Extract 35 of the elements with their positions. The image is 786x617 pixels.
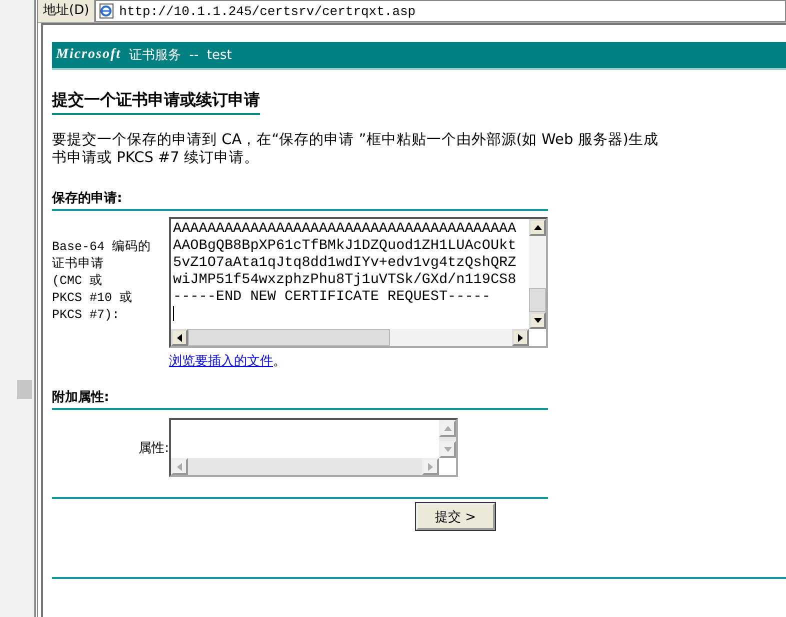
field-label: (CMC 或 [52, 273, 104, 290]
text-cursor [173, 306, 174, 321]
scroll-right-icon[interactable] [512, 329, 529, 346]
brand-text: Microsoft [56, 47, 121, 63]
field-label: 证书申请 [52, 256, 105, 273]
field-label: PKCS #7): [52, 307, 121, 324]
field-label: PKCS #10 或 [52, 290, 134, 307]
section-title: 附加属性: [52, 388, 548, 410]
horizontal-scrollbar[interactable] [171, 329, 529, 346]
submit-button[interactable]: 提交 > [416, 503, 495, 530]
request-text-line: AAAAAAAAAAAAAAAAAAAAAAAAAAAAAAAAAAAAAAAA [173, 221, 518, 238]
section-title: 保存的申请: [52, 189, 548, 211]
request-text-line: 5vZ1O7aAta1qJtq8dd1wdIYv+edv1vg4tzQshQRZ [173, 255, 518, 272]
intro-text: 要提交一个保存的申请到 CA，在“保存的申请 ”框中粘贴一个由外部源(如 Web 服务器)生成 [52, 131, 660, 149]
page-heading: 提交一个证书申请或续订申请 [52, 90, 260, 115]
field-label: 属性: [138, 440, 169, 456]
address-field[interactable]: http://10.1.1.245/certsrv/certrqxt.asp [95, 0, 786, 22]
request-text-area[interactable] [169, 217, 548, 348]
field-label: Base-64 编码的 [52, 239, 152, 256]
vertical-scrollbar[interactable] [529, 219, 546, 329]
request-text-line: AAOBgQB8BpXP61cTfBMkJ1DZQuod1ZH1LUAcOUkt [173, 238, 518, 255]
scrollbar-thumb[interactable] [17, 380, 32, 399]
scroll-up-icon[interactable] [529, 219, 546, 236]
scrollbar-thumb[interactable] [529, 288, 546, 312]
scroll-down-icon[interactable] [529, 312, 546, 329]
page-icon [99, 3, 116, 19]
banner-title: 证书服务 -- test [129, 47, 232, 64]
request-text-line: wiJMP51f54wxzphzPhu8Tj1uVTSk/GXd/n119CS8 [173, 272, 518, 289]
period-text: 。 [273, 354, 286, 369]
url-text: http://10.1.1.245/certsrv/certrqxt.asp [119, 4, 416, 18]
scroll-left-icon[interactable] [171, 329, 188, 346]
request-text-line: -----END NEW CERTIFICATE REQUEST----- [173, 289, 492, 306]
intro-text: 书申请或 PKCS #7 续订申请。 [52, 149, 260, 167]
browse-file-link[interactable]: 浏览要插入的文件 [169, 354, 273, 369]
scrollbar-thumb[interactable] [188, 329, 390, 346]
